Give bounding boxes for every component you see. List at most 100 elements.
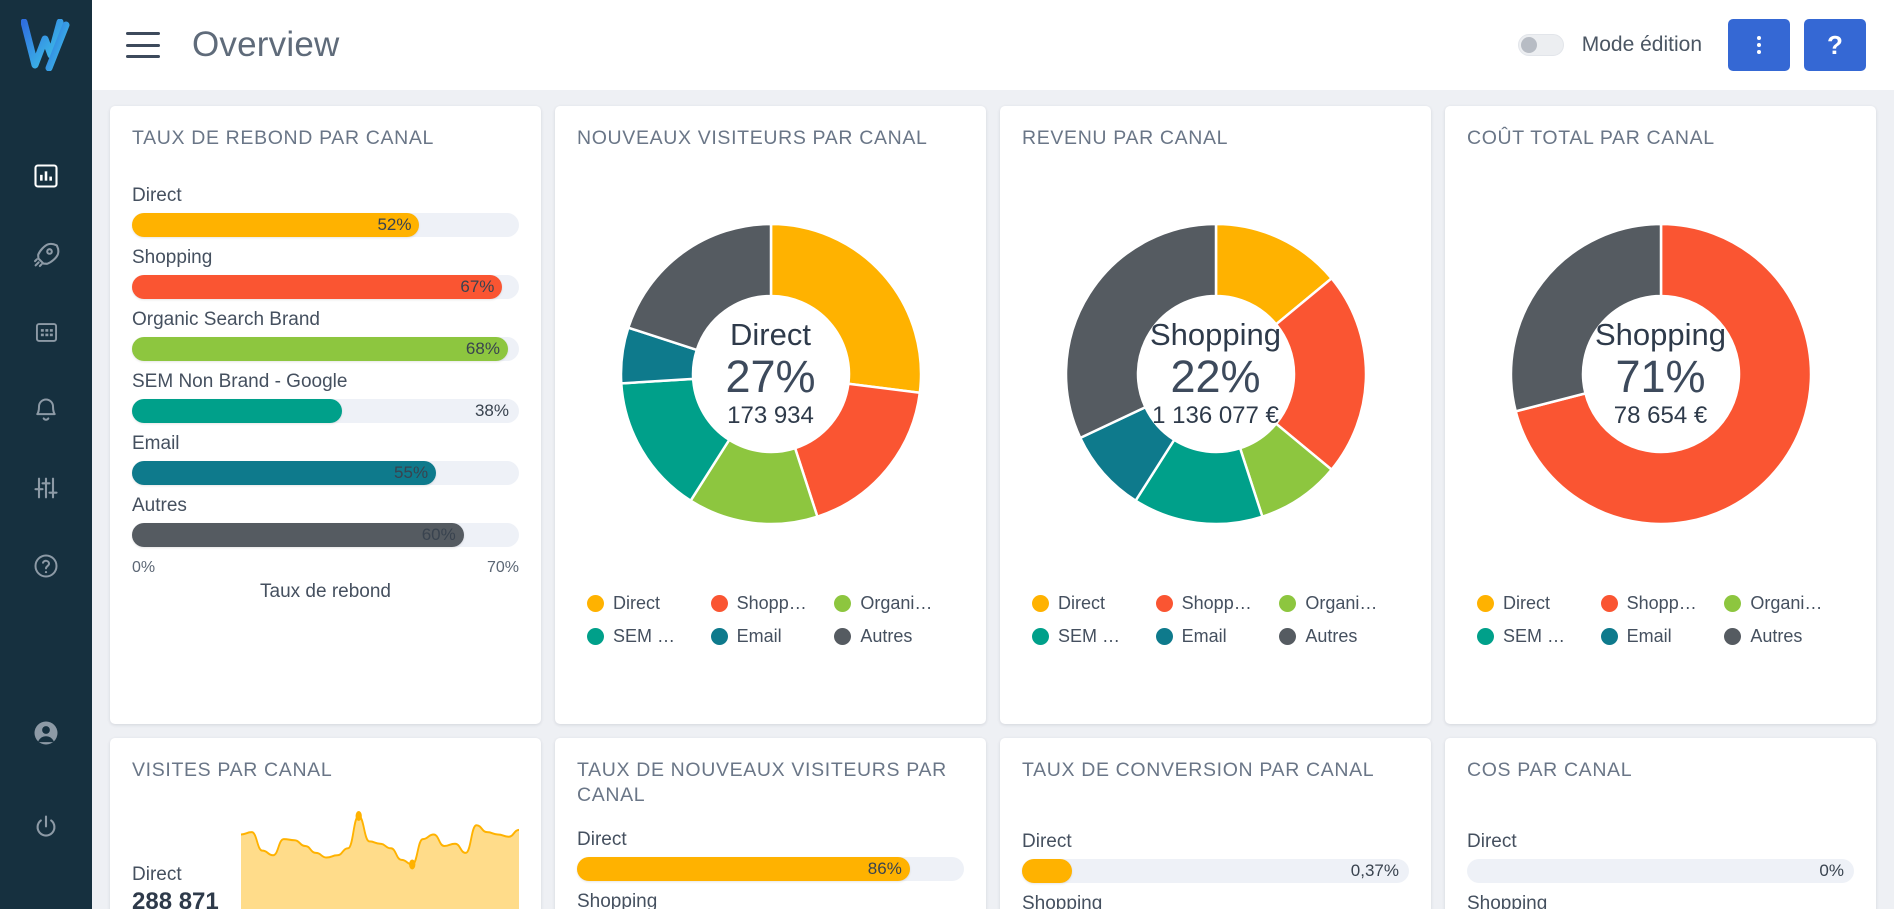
sidebar-nav-bottom bbox=[22, 709, 70, 851]
axis-min-label: 0% bbox=[132, 558, 156, 576]
legend-item[interactable]: Email bbox=[710, 626, 831, 647]
bar-row[interactable]: Organic Search Brand 68% bbox=[132, 309, 519, 361]
card-revenu-par-canal: REVENU PAR CANAL Shopping 22% 1 136 077 … bbox=[1000, 106, 1431, 724]
donut-slice[interactable] bbox=[769, 222, 922, 394]
legend-color-dot bbox=[587, 627, 604, 645]
bar-value: 38% bbox=[474, 400, 509, 420]
sidebar-item-settings[interactable] bbox=[22, 464, 70, 512]
bar-value: 0% bbox=[1819, 860, 1844, 880]
legend-item[interactable]: Autres bbox=[834, 626, 954, 647]
power-icon bbox=[32, 813, 60, 841]
legend-item[interactable]: Direct bbox=[587, 593, 707, 614]
bar-list: Direct 0,37% Shopping bbox=[1022, 831, 1409, 909]
donut-chart[interactable]: Shopping 71% 78 654 € bbox=[1467, 159, 1854, 589]
bar-row[interactable]: Email 55% bbox=[132, 433, 519, 485]
legend-color-dot bbox=[834, 627, 852, 645]
bar-label: Shopping bbox=[1467, 892, 1548, 909]
bar-track: 0,37% bbox=[1022, 858, 1409, 883]
card-title: COS PAR CANAL bbox=[1467, 759, 1633, 781]
bar-row[interactable]: SEM Non Brand - Google 38% bbox=[132, 371, 519, 423]
card-taux-de-rebond-par-canal: TAUX DE REBOND PAR CANAL Direct 52% Shoppi… bbox=[110, 106, 541, 724]
sparkline-point-max[interactable] bbox=[355, 811, 362, 821]
legend-color-dot bbox=[1032, 594, 1049, 612]
legend-label: Email bbox=[1626, 625, 1672, 646]
kebab-menu-icon bbox=[1757, 36, 1761, 54]
sparkline-point-min[interactable] bbox=[408, 859, 416, 870]
legend-color-dot bbox=[834, 594, 852, 612]
sparkline-svg bbox=[240, 811, 520, 909]
sidebar-item-campaigns[interactable] bbox=[22, 230, 70, 278]
bar-label: Direct bbox=[1467, 830, 1517, 852]
edit-mode-toggle[interactable] bbox=[1517, 34, 1564, 56]
legend-item[interactable]: Direct bbox=[1032, 593, 1152, 614]
more-options-button[interactable] bbox=[1728, 19, 1790, 71]
sidebar-item-alerts[interactable] bbox=[22, 386, 70, 434]
sparkline-area bbox=[240, 816, 519, 909]
legend-item[interactable]: Organi… bbox=[834, 593, 954, 614]
legend-label: Autres bbox=[1750, 625, 1803, 646]
bar-value: 60% bbox=[421, 524, 456, 544]
legend-item[interactable]: Shopp… bbox=[710, 593, 831, 614]
legend-item[interactable]: Shopp… bbox=[1600, 593, 1721, 614]
sidebar-item-dashboard[interactable] bbox=[22, 152, 70, 200]
legend-label: Organi… bbox=[1305, 592, 1378, 613]
legend-label: Email bbox=[1181, 625, 1227, 646]
sidebar-item-logout[interactable] bbox=[22, 803, 70, 851]
toggle-knob bbox=[1520, 37, 1537, 53]
donut-slice[interactable] bbox=[1064, 222, 1217, 440]
legend-item[interactable]: Shopp… bbox=[1155, 593, 1276, 614]
bar-row[interactable]: Direct 86% bbox=[577, 829, 964, 882]
hamburger-icon[interactable] bbox=[126, 32, 160, 58]
bar-value: 55% bbox=[394, 462, 429, 482]
donut-svg bbox=[619, 222, 922, 525]
sparkline-chart[interactable] bbox=[240, 800, 520, 909]
series-name: Direct bbox=[132, 864, 182, 885]
bar-row[interactable]: Autres 60% bbox=[132, 495, 519, 547]
bar-row[interactable]: Shopping bbox=[1022, 893, 1409, 909]
legend-color-dot bbox=[710, 594, 728, 612]
legend-color-dot bbox=[1724, 594, 1742, 612]
legend-color-dot bbox=[1600, 627, 1618, 645]
bar-row[interactable]: Direct 0% bbox=[1467, 831, 1854, 883]
bar-row[interactable]: Direct 0,37% bbox=[1022, 831, 1409, 883]
donut-chart[interactable]: Shopping 22% 1 136 077 € bbox=[1022, 159, 1409, 589]
legend-item[interactable]: Direct bbox=[1477, 593, 1597, 614]
bar-row[interactable]: Shopping 67% bbox=[132, 247, 519, 299]
legend-item[interactable]: Organi… bbox=[1724, 593, 1844, 614]
legend-label: Direct bbox=[1058, 592, 1106, 613]
card-title: TAUX DE REBOND PAR CANAL bbox=[132, 127, 435, 149]
sidebar-item-account[interactable] bbox=[22, 709, 70, 757]
sidebar-item-help[interactable] bbox=[22, 542, 70, 590]
help-button[interactable]: ? bbox=[1804, 19, 1866, 71]
sidebar-item-reports[interactable] bbox=[22, 308, 70, 356]
bar-row[interactable]: Shopping bbox=[1467, 893, 1854, 909]
topbar: Overview Mode édition ? bbox=[92, 0, 1894, 90]
legend-item[interactable]: Autres bbox=[1724, 626, 1844, 647]
donut-chart[interactable]: Direct 27% 173 934 bbox=[577, 159, 964, 589]
donut-slice[interactable] bbox=[626, 222, 772, 352]
sparkline-meta: Direct 288 871 bbox=[132, 864, 219, 909]
legend-item[interactable]: SEM … bbox=[587, 626, 707, 647]
sidebar bbox=[0, 0, 92, 909]
legend-item[interactable]: SEM … bbox=[1032, 626, 1152, 647]
bar-fill bbox=[132, 212, 420, 237]
bar-chart-icon bbox=[32, 162, 60, 190]
bar-label: Email bbox=[132, 432, 180, 454]
bar-list: Direct 52% Shopping 67% Organic Search Brand… bbox=[132, 185, 519, 547]
bar-row[interactable]: Direct 52% bbox=[132, 185, 519, 237]
bar-label: Autres bbox=[132, 494, 187, 516]
legend-item[interactable]: SEM … bbox=[1477, 626, 1597, 647]
legend-label: Direct bbox=[613, 592, 661, 613]
legend-item[interactable]: Organi… bbox=[1279, 593, 1399, 614]
donut-slice[interactable] bbox=[793, 381, 921, 518]
legend-item[interactable]: Autres bbox=[1279, 626, 1399, 647]
legend-item[interactable]: Email bbox=[1155, 625, 1276, 647]
brand-logo[interactable] bbox=[0, 0, 92, 90]
legend-item[interactable]: Email bbox=[1600, 625, 1721, 647]
sidebar-nav-top bbox=[22, 152, 70, 590]
donut-slice[interactable] bbox=[1509, 222, 1662, 413]
bar-row[interactable]: Shopping bbox=[577, 891, 964, 909]
legend-color-dot bbox=[1600, 594, 1618, 612]
card-cos-par-canal: COS PAR CANAL Direct 0% Shopping bbox=[1445, 738, 1876, 909]
bar-track: 86% bbox=[577, 857, 964, 882]
